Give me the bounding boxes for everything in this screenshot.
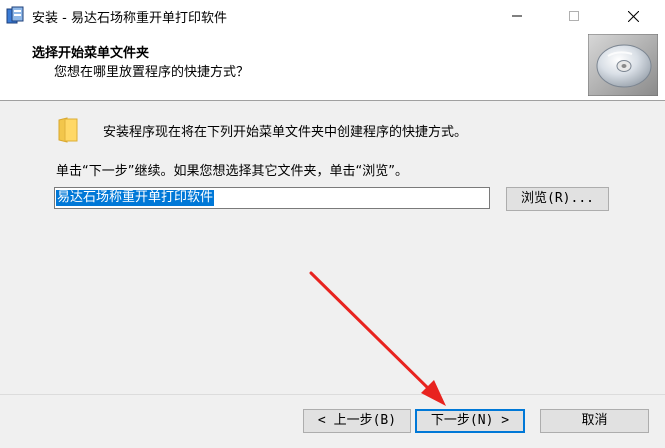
wizard-header: 选择开始菜单文件夹 您想在哪里放置程序的快捷方式？ [0,32,665,101]
back-button[interactable]: < 上一步(B) [303,409,411,433]
title-bar: 安装 - 易达石场称重开单打印软件 [0,0,665,32]
intro-text: 安装程序现在将在下列开始菜单文件夹中创建程序的快捷方式。 [103,125,468,140]
instruction-text: 单击“下一步”继续。如果您想选择其它文件夹，单击“浏览”。 [56,164,408,179]
folder-icon [58,117,78,143]
minimize-button[interactable] [494,0,540,32]
browse-button[interactable]: 浏览(R)... [506,187,609,211]
page-title: 选择开始菜单文件夹 [32,46,150,61]
cancel-button[interactable]: 取消 [540,409,649,433]
installer-app-icon [6,6,24,24]
footer-divider [0,394,665,395]
close-icon [628,11,639,22]
start-menu-folder-input[interactable]: 易达石场称重开单打印软件 [54,187,490,209]
cd-disc-icon [588,34,658,96]
next-button[interactable]: 下一步(N) > [415,409,525,433]
maximize-icon [569,11,579,21]
maximize-button[interactable] [551,0,597,32]
close-button[interactable] [610,0,656,32]
minimize-icon [512,15,522,17]
window-title: 安装 - 易达石场称重开单打印软件 [32,11,227,26]
folder-input-value: 易达石场称重开单打印软件 [56,190,215,206]
page-subtitle: 您想在哪里放置程序的快捷方式？ [54,65,250,80]
